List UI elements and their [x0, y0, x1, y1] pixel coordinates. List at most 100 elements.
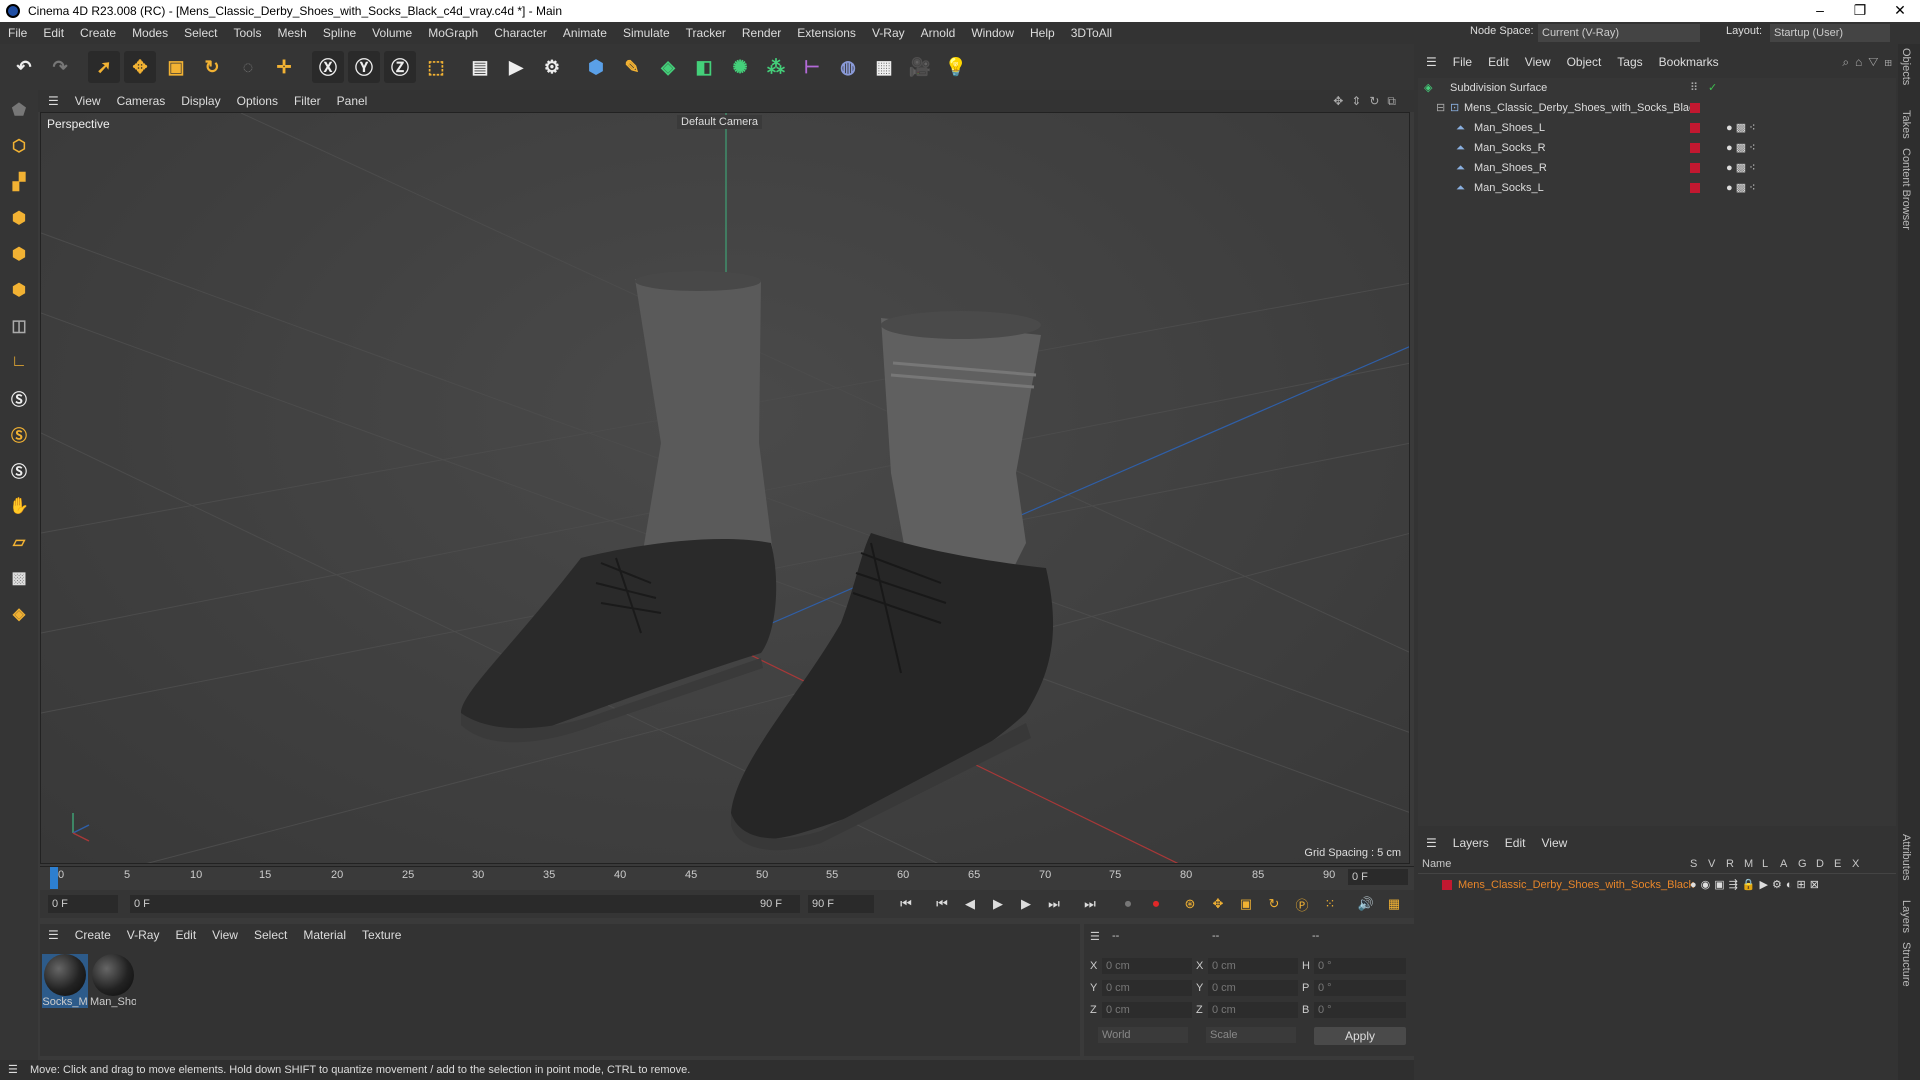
move-tool-icon[interactable]: ✥	[124, 51, 156, 83]
goto-next-key-icon[interactable]: ⏭	[1043, 893, 1065, 915]
material-shoes[interactable]: Man_Sho	[90, 954, 136, 1008]
model-mode-icon[interactable]: ⬡	[3, 130, 35, 162]
side-tab-content-browser[interactable]: Content Browser	[1900, 148, 1912, 230]
menu-tools[interactable]: Tools	[225, 22, 269, 44]
side-tab-objects[interactable]: Objects	[1900, 48, 1912, 85]
material-menu-material[interactable]: Material	[295, 928, 354, 942]
texture-mode-icon[interactable]: ▞	[3, 166, 35, 198]
layer-color-swatch[interactable]	[1442, 880, 1452, 890]
material-menu-edit[interactable]: Edit	[167, 928, 204, 942]
material-tag-icon[interactable]: ● ▩ ⁖	[1726, 138, 1756, 158]
edges-mode-icon[interactable]: ⬢	[3, 238, 35, 270]
layer-menu-layers[interactable]: Layers	[1445, 836, 1497, 850]
sound-icon[interactable]: 🔊	[1355, 893, 1377, 915]
size-mode-select[interactable]: Scale	[1206, 1027, 1296, 1043]
object-menu-edit[interactable]: Edit	[1480, 55, 1517, 69]
viewport-menu-display[interactable]: Display	[173, 94, 228, 108]
coordinate-system-icon[interactable]: ⬚	[420, 51, 452, 83]
lock-workplane-icon[interactable]: ◈	[3, 598, 35, 630]
size-y-field[interactable]: 0 cm	[1208, 980, 1298, 996]
object-row-shoes-l[interactable]: ⏶ Man_Shoes_L ● ▩ ⁖	[1418, 118, 1896, 138]
material-socks[interactable]: Socks_M	[42, 954, 88, 1008]
viewport-menu-filter[interactable]: Filter	[286, 94, 329, 108]
size-x-field[interactable]: 0 cm	[1208, 958, 1298, 974]
rotation-h-field[interactable]: 0 °	[1314, 958, 1406, 974]
make-editable-icon[interactable]: ⬟	[3, 94, 35, 126]
menu-extensions[interactable]: Extensions	[789, 22, 864, 44]
viewport-menu-icon[interactable]: ☰	[38, 94, 67, 108]
material-menu-vray[interactable]: V-Ray	[119, 928, 168, 942]
apply-button[interactable]: Apply	[1314, 1027, 1406, 1045]
goto-end-icon[interactable]: ⏭	[1079, 893, 1101, 915]
start-frame-field[interactable]: 0 F	[48, 895, 118, 913]
status-menu-icon[interactable]: ☰	[8, 1060, 18, 1080]
render-settings-icon[interactable]: ⚙	[536, 51, 568, 83]
play-icon[interactable]: ▶	[987, 893, 1009, 915]
menu-modes[interactable]: Modes	[124, 22, 176, 44]
frame-range-slider[interactable]: 0 F 90 F	[130, 895, 800, 913]
menu-mesh[interactable]: Mesh	[269, 22, 314, 44]
layer-name[interactable]: Mens_Classic_Derby_Shoes_with_Socks_Blac…	[1458, 876, 1694, 894]
menu-file[interactable]: File	[0, 22, 35, 44]
object-row-socks-r[interactable]: ⏶ Man_Socks_R ● ▩ ⁖	[1418, 138, 1896, 158]
axis-mode-icon[interactable]: ∟	[3, 346, 35, 378]
timeline-playhead[interactable]	[50, 867, 58, 889]
3d-viewport[interactable]: Perspective Default Camera Grid Spacing …	[40, 112, 1410, 864]
prev-frame-icon[interactable]: ◀	[959, 893, 981, 915]
visibility-icon[interactable]: ⠿	[1690, 78, 1698, 98]
layer-toggle-icons[interactable]: ●◉▣⇶🔒▶⚙◐⊞⊠	[1690, 876, 1823, 894]
coordinate-space-select[interactable]: World	[1098, 1027, 1188, 1043]
object-menu-bookmarks[interactable]: Bookmarks	[1651, 55, 1727, 69]
render-region-icon[interactable]: ▤	[464, 51, 496, 83]
undo-icon[interactable]: ↶	[8, 51, 40, 83]
menu-select[interactable]: Select	[176, 22, 225, 44]
grid-icon[interactable]: ▩	[3, 562, 35, 594]
menu-volume[interactable]: Volume	[364, 22, 420, 44]
next-frame-icon[interactable]: ▶	[1015, 893, 1037, 915]
extrude-icon[interactable]: ◧	[688, 51, 720, 83]
object-menu-icon[interactable]: ☰	[1418, 55, 1445, 69]
viewport-menu-cameras[interactable]: Cameras	[109, 94, 174, 108]
key-param-icon[interactable]: Ⓟ	[1291, 893, 1313, 915]
rotate-tool-icon[interactable]: ↻	[196, 51, 228, 83]
object-menu-view[interactable]: View	[1517, 55, 1559, 69]
pen-spline-icon[interactable]: ✎	[616, 51, 648, 83]
key-scale-icon[interactable]: ▣	[1235, 893, 1257, 915]
menu-simulate[interactable]: Simulate	[615, 22, 678, 44]
light-icon[interactable]: 💡	[940, 51, 972, 83]
menu-character[interactable]: Character	[486, 22, 555, 44]
cube-icon[interactable]: ⬢	[580, 51, 612, 83]
object-row-socks-l[interactable]: ⏶ Man_Socks_L ● ▩ ⁖	[1418, 178, 1896, 198]
object-row-group[interactable]: ⊟ ⊡ Mens_Classic_Derby_Shoes_with_Socks_…	[1418, 98, 1896, 118]
x-axis-lock-icon[interactable]: Ⓧ	[312, 51, 344, 83]
material-menu-texture[interactable]: Texture	[354, 928, 409, 942]
enabled-check-icon[interactable]: ✓	[1708, 78, 1717, 98]
material-menu-create[interactable]: Create	[67, 928, 119, 942]
menu-vray[interactable]: V-Ray	[864, 22, 913, 44]
position-z-field[interactable]: 0 cm	[1102, 1002, 1192, 1018]
material-tag-icon[interactable]: ● ▩ ⁖	[1726, 178, 1756, 198]
maximize-button[interactable]: ❐	[1840, 0, 1880, 22]
camera-label[interactable]: Default Camera	[677, 115, 763, 129]
quantize-icon[interactable]: Ⓢ	[3, 454, 35, 486]
record-keys-icon[interactable]: ⏺	[1117, 893, 1139, 915]
menu-arnold[interactable]: Arnold	[913, 22, 964, 44]
side-tab-structure[interactable]: Structure	[1900, 942, 1912, 987]
redo-icon[interactable]: ↷	[44, 51, 76, 83]
z-axis-lock-icon[interactable]: Ⓩ	[384, 51, 416, 83]
layer-row[interactable]: Mens_Classic_Derby_Shoes_with_Socks_Blac…	[1418, 876, 1896, 894]
keyframe-selection-icon[interactable]: ⊛	[1179, 893, 1201, 915]
camera-icon[interactable]: 🎥	[904, 51, 936, 83]
field-icon[interactable]: ◍	[832, 51, 864, 83]
layout-select[interactable]: Startup (User)	[1770, 24, 1890, 42]
side-tab-attributes[interactable]: Attributes	[1900, 834, 1912, 880]
material-menu-icon[interactable]: ☰	[40, 928, 67, 942]
layer-menu-icon[interactable]: ☰	[1418, 836, 1445, 850]
viewport-menu-view[interactable]: View	[67, 94, 109, 108]
floor-icon[interactable]: ▦	[868, 51, 900, 83]
menu-window[interactable]: Window	[963, 22, 1022, 44]
material-tag-icon[interactable]: ● ▩ ⁖	[1726, 118, 1756, 138]
viewport-menu-options[interactable]: Options	[229, 94, 286, 108]
menu-tracker[interactable]: Tracker	[678, 22, 734, 44]
goto-start-icon[interactable]: ⏮	[895, 893, 917, 915]
